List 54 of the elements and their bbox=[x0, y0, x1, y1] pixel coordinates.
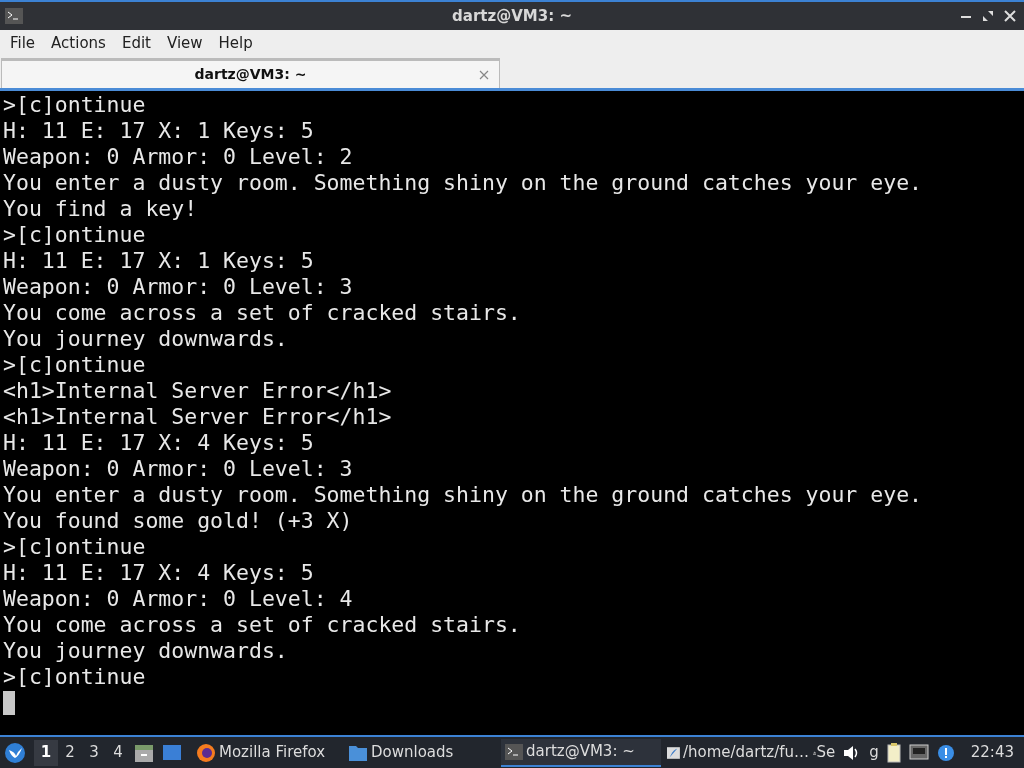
terminal-line: >[c]ontinue bbox=[3, 664, 146, 690]
workspace-button[interactable]: 2 bbox=[58, 739, 82, 766]
terminal-line: >[c]ontinue bbox=[3, 92, 146, 118]
terminal-line: <h1>Internal Server Error</h1> bbox=[3, 378, 392, 404]
menu-item[interactable]: Edit bbox=[116, 32, 156, 55]
window-title: dartz@VM3: ~ bbox=[452, 5, 572, 27]
close-icon[interactable] bbox=[479, 69, 489, 80]
folder-icon bbox=[348, 743, 368, 762]
network-icon[interactable] bbox=[908, 743, 929, 762]
terminal-line: >[c]ontinue bbox=[3, 352, 146, 378]
tab-label: dartz@VM3: ~ bbox=[194, 65, 307, 84]
close-button[interactable] bbox=[1004, 10, 1016, 22]
menu-item[interactable]: Actions bbox=[46, 32, 111, 55]
firefox-icon bbox=[196, 742, 216, 763]
terminal-line: You enter a dusty room. Something shiny on the ground catches your eye. bbox=[3, 482, 923, 508]
file-cabinet-icon[interactable] bbox=[134, 742, 154, 763]
terminal-line: Weapon: 0 Armor: 0 Level: 3 bbox=[3, 274, 353, 300]
terminal-line: Weapon: 0 Armor: 0 Level: 4 bbox=[3, 586, 353, 612]
terminal-icon bbox=[5, 8, 23, 24]
menu-item[interactable]: View bbox=[161, 32, 208, 55]
terminal-line: Weapon: 0 Armor: 0 Level: 3 bbox=[3, 456, 353, 482]
clipboard-icon[interactable] bbox=[886, 742, 901, 763]
task-button[interactable]: dartz@VM3: ~ bbox=[501, 738, 661, 767]
terminal-line: You found some gold! (+3 X) bbox=[3, 508, 353, 534]
workspace-button[interactable]: 1 bbox=[34, 739, 58, 766]
terminal-icon bbox=[505, 743, 523, 760]
terminal-line: You find a key! bbox=[3, 196, 198, 222]
terminal-line: You enter a dusty room. Something shiny on the ground catches your eye. bbox=[3, 170, 923, 196]
workspace-button[interactable]: 4 bbox=[106, 739, 130, 766]
terminal-line: Weapon: 0 Armor: 0 Level: 2 bbox=[3, 144, 353, 170]
terminal-line: >[c]ontinue bbox=[3, 534, 146, 560]
eject-button[interactable]: Se bbox=[813, 741, 836, 764]
task-button[interactable]: Mozilla Firefox bbox=[192, 738, 342, 767]
task-button[interactable]: Downloads bbox=[344, 738, 499, 767]
terminal-line: You come across a set of cracked stairs. bbox=[3, 612, 521, 638]
terminal-line: H: 11 E: 17 X: 1 Keys: 5 bbox=[3, 248, 314, 274]
tab[interactable]: dartz@VM3: ~ bbox=[1, 58, 500, 88]
terminal-line: >[c]ontinue bbox=[3, 222, 146, 248]
clock[interactable]: 22:43 bbox=[970, 741, 1014, 764]
terminal-line: You come across a set of cracked stairs. bbox=[3, 300, 521, 326]
menu-item[interactable]: File bbox=[5, 32, 41, 55]
desktop-icon[interactable] bbox=[162, 743, 182, 762]
terminal-line: <h1>Internal Server Error</h1> bbox=[3, 404, 392, 430]
tray-label[interactable]: g bbox=[869, 741, 879, 764]
terminal-line: You journey downwards. bbox=[3, 638, 288, 664]
menu-item[interactable]: Help bbox=[213, 32, 258, 55]
maximize-button[interactable] bbox=[982, 10, 994, 22]
terminal-line: H: 11 E: 17 X: 1 Keys: 5 bbox=[3, 118, 314, 144]
task-button[interactable]: /home/dartz/fu… bbox=[663, 738, 813, 767]
workspace-button[interactable]: 3 bbox=[82, 739, 106, 766]
alert-icon[interactable] bbox=[936, 743, 955, 762]
terminal-line: H: 11 E: 17 X: 4 Keys: 5 bbox=[3, 560, 314, 586]
terminal-line: You journey downwards. bbox=[3, 326, 288, 352]
terminal-line: H: 11 E: 17 X: 4 Keys: 5 bbox=[3, 430, 314, 456]
